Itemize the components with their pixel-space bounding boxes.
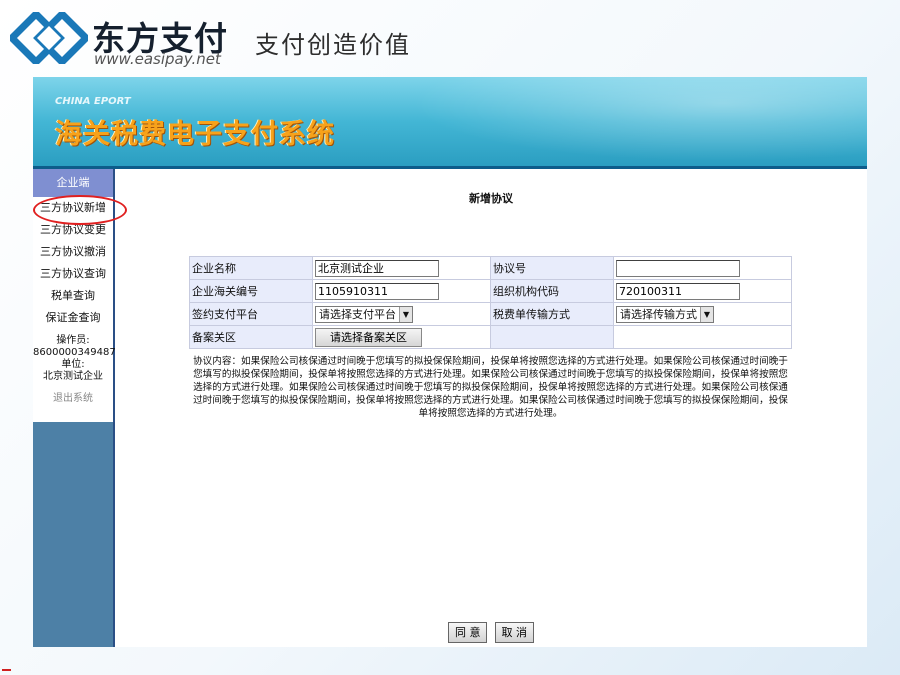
- form-row: 备案关区 请选择备案关区: [189, 325, 792, 349]
- agreement-text: 协议内容：如果保险公司核保通过时间晚于您填写的拟投保保险期间，投保单将按照您选择…: [193, 356, 788, 419]
- operator-label: 操作员:: [56, 335, 90, 346]
- brand-url: www.easipay.net: [94, 50, 221, 68]
- operator-id: 8600000349487: [33, 347, 116, 358]
- region-label: 备案关区: [189, 325, 313, 349]
- platform-select[interactable]: 请选择支付平台 ▼: [315, 305, 413, 323]
- transfer-label: 税费单传输方式: [490, 302, 614, 326]
- sidebar-item-agreement-query[interactable]: 三方协议查询: [33, 263, 113, 285]
- select-region-button[interactable]: 请选择备案关区: [315, 327, 422, 347]
- agreement-no-label: 协议号: [490, 256, 614, 280]
- app-subtitle: CHINA EPORT: [55, 96, 131, 107]
- brand-slogan: 支付创造价值: [255, 31, 411, 59]
- unit-label: 单位:: [61, 359, 85, 370]
- org-code-label: 组织机构代码: [490, 279, 614, 303]
- agreement-no-cell: [613, 256, 792, 280]
- form-row: 企业海关编号 组织机构代码: [189, 279, 792, 303]
- page-title: 新增协议: [469, 192, 513, 205]
- brand-bar: 东方支付 www.easipay.net 支付创造价值: [0, 0, 900, 76]
- sidebar: 企业端 三方协议新增 三方协议变更 三方协议撤消 三方协议查询 税单查询 保证金…: [33, 169, 127, 647]
- app-title: 海关税费电子支付系统: [55, 119, 335, 150]
- customs-code-label: 企业海关编号: [189, 279, 313, 303]
- enterprise-name-input[interactable]: [315, 259, 439, 277]
- logout-link[interactable]: 退出系统: [33, 389, 113, 404]
- empty-value-cell: [613, 325, 792, 349]
- platform-select-value: 请选择支付平台: [319, 308, 396, 321]
- app-header: CHINA EPORT 海关税费电子支付系统: [33, 77, 867, 166]
- enterprise-name-label: 企业名称: [189, 256, 313, 280]
- sidebar-item-agreement-add[interactable]: 三方协议新增: [33, 195, 127, 225]
- agreement-form: 企业名称 协议号 企业海关编号 组织机构代码 签: [189, 256, 792, 349]
- slide-marker: [2, 669, 11, 671]
- sidebar-item-agreement-revoke[interactable]: 三方协议撤消: [33, 241, 113, 263]
- main-content: 新增协议 企业名称 协议号 企业海关编号 组织机构代码: [115, 169, 867, 647]
- chevron-down-icon[interactable]: ▼: [399, 306, 412, 322]
- transfer-cell: 请选择传输方式 ▼: [613, 302, 792, 326]
- sidebar-item-deposit-query[interactable]: 保证金查询: [33, 307, 113, 329]
- sidebar-fill: [33, 422, 113, 647]
- header-glow: [387, 77, 867, 166]
- org-code-cell: [613, 279, 792, 303]
- platform-cell: 请选择支付平台 ▼: [312, 302, 491, 326]
- transfer-select-value: 请选择传输方式: [620, 308, 697, 321]
- easipay-logo-icon: [10, 12, 88, 64]
- app-window: CHINA EPORT 海关税费电子支付系统 企业端 三方协议新增 三方协议变更…: [33, 77, 867, 647]
- empty-label-cell: [490, 325, 614, 349]
- form-actions: 同 意 取 消: [115, 621, 867, 643]
- form-row: 签约支付平台 请选择支付平台 ▼ 税费单传输方式 请选择传输方式 ▼: [189, 302, 792, 326]
- operator-info: 操作员: 8600000349487 单位: 北京测试企业: [33, 335, 116, 383]
- transfer-select[interactable]: 请选择传输方式 ▼: [616, 305, 714, 323]
- customs-code-cell: [312, 279, 491, 303]
- agree-button[interactable]: 同 意: [447, 621, 488, 643]
- form-row: 企业名称 协议号: [189, 256, 792, 280]
- agreement-no-input[interactable]: [616, 259, 740, 277]
- region-cell: 请选择备案关区: [312, 325, 491, 349]
- unit-name: 北京测试企业: [43, 371, 103, 382]
- enterprise-name-cell: [312, 256, 491, 280]
- org-code-input[interactable]: [616, 282, 740, 300]
- sidebar-item-tax-query[interactable]: 税单查询: [33, 285, 113, 307]
- cancel-button[interactable]: 取 消: [494, 621, 535, 643]
- sidebar-header: 企业端: [33, 169, 113, 197]
- highlight-ring: [33, 195, 127, 225]
- chevron-down-icon[interactable]: ▼: [700, 306, 713, 322]
- platform-label: 签约支付平台: [189, 302, 313, 326]
- customs-code-input[interactable]: [315, 282, 439, 300]
